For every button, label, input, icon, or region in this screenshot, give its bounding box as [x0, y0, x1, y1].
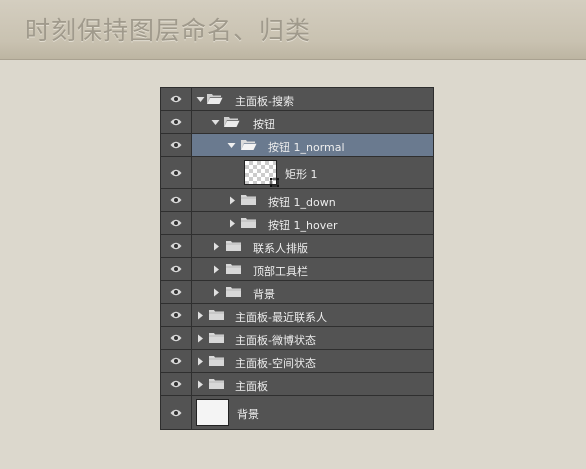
- caret-down-icon[interactable]: [227, 141, 236, 150]
- caret-right-icon[interactable]: [196, 311, 205, 320]
- banner-title: 时刻保持图层命名、归类: [25, 16, 312, 45]
- caret-down-icon[interactable]: [211, 118, 220, 127]
- layer-row-group-top-toolbar[interactable]: 顶部工具栏: [161, 258, 433, 281]
- eye-icon: [170, 196, 182, 204]
- caret-right-icon[interactable]: [196, 334, 205, 343]
- caret-right-icon[interactable]: [228, 219, 237, 228]
- folder-icon: [209, 356, 224, 366]
- layer-name: 矩形 1: [285, 168, 318, 181]
- eye-icon: [170, 169, 182, 176]
- visibility-toggle[interactable]: [161, 111, 192, 133]
- layer-name: 按钮 1_normal: [268, 141, 345, 154]
- visibility-toggle[interactable]: [161, 373, 192, 395]
- eye-icon: [170, 380, 182, 388]
- layer-name: 按钮 1_down: [268, 196, 336, 209]
- layer-row-group-main-weibo-status[interactable]: 主面板-微博状态: [161, 327, 433, 350]
- eye-icon: [170, 141, 182, 149]
- layer-row-background[interactable]: 背景: [161, 396, 433, 429]
- layer-thumbnail[interactable]: [196, 399, 229, 426]
- layer-row-group-main-qzone-status[interactable]: 主面板-空间状态: [161, 350, 433, 373]
- layer-name: 主面板: [235, 380, 268, 393]
- caret-right-icon[interactable]: [196, 380, 205, 389]
- layers-panel: 主面板-搜索 按钮 按钮 1_normal 矩形 1 按钮 1_down 按钮 …: [160, 87, 434, 430]
- layer-name: 顶部工具栏: [253, 265, 308, 278]
- eye-icon: [170, 242, 182, 250]
- eye-icon: [170, 311, 182, 319]
- header-banner: 时刻保持图层命名、归类: [0, 0, 586, 60]
- visibility-toggle[interactable]: [161, 134, 192, 156]
- visibility-toggle[interactable]: [161, 350, 192, 372]
- layer-row-group-main-panel[interactable]: 主面板: [161, 373, 433, 396]
- folder-icon: [226, 241, 241, 251]
- layer-name: 联系人排版: [253, 242, 308, 255]
- folder-icon: [241, 195, 256, 205]
- visibility-toggle[interactable]: [161, 258, 192, 280]
- visibility-toggle[interactable]: [161, 189, 192, 211]
- layer-name: 按钮: [253, 118, 275, 131]
- vector-shape-icon: [270, 178, 279, 187]
- layer-name: 背景: [237, 408, 259, 421]
- folder-open-icon: [207, 94, 223, 104]
- eye-icon: [170, 409, 182, 416]
- visibility-toggle[interactable]: [161, 281, 192, 303]
- layer-row-group-button-normal[interactable]: 按钮 1_normal: [161, 134, 433, 157]
- caret-right-icon[interactable]: [212, 242, 221, 251]
- layer-name: 主面板-搜索: [235, 95, 294, 108]
- visibility-toggle[interactable]: [161, 396, 192, 429]
- folder-icon: [209, 379, 224, 389]
- layer-row-group-contacts-layout[interactable]: 联系人排版: [161, 235, 433, 258]
- layer-row-group-button-down[interactable]: 按钮 1_down: [161, 189, 433, 212]
- layer-row-group-main-recent-contacts[interactable]: 主面板-最近联系人: [161, 304, 433, 327]
- layer-row-group-button[interactable]: 按钮: [161, 111, 433, 134]
- eye-icon: [170, 95, 182, 103]
- layer-name: 主面板-空间状态: [235, 357, 316, 370]
- layer-row-group-main-search[interactable]: 主面板-搜索: [161, 88, 433, 111]
- layer-name: 背景: [253, 288, 275, 301]
- visibility-toggle[interactable]: [161, 235, 192, 257]
- folder-open-icon: [241, 140, 257, 150]
- visibility-toggle[interactable]: [161, 327, 192, 349]
- folder-icon: [209, 310, 224, 320]
- layer-thumbnail[interactable]: [244, 160, 279, 187]
- eye-icon: [170, 357, 182, 365]
- folder-icon: [209, 333, 224, 343]
- caret-right-icon[interactable]: [212, 288, 221, 297]
- folder-icon: [226, 264, 241, 274]
- caret-right-icon[interactable]: [228, 196, 237, 205]
- caret-down-icon[interactable]: [196, 95, 205, 104]
- layer-row-group-button-hover[interactable]: 按钮 1_hover: [161, 212, 433, 235]
- folder-open-icon: [224, 117, 240, 127]
- visibility-toggle[interactable]: [161, 212, 192, 234]
- layer-row-group-background[interactable]: 背景: [161, 281, 433, 304]
- eye-icon: [170, 265, 182, 273]
- visibility-toggle[interactable]: [161, 304, 192, 326]
- eye-icon: [170, 288, 182, 296]
- layer-name: 按钮 1_hover: [268, 219, 338, 232]
- visibility-toggle[interactable]: [161, 157, 192, 188]
- layer-name: 主面板-微博状态: [235, 334, 316, 347]
- folder-icon: [241, 218, 256, 228]
- layer-name: 主面板-最近联系人: [235, 311, 327, 324]
- eye-icon: [170, 118, 182, 126]
- eye-icon: [170, 334, 182, 342]
- eye-icon: [170, 219, 182, 227]
- caret-right-icon[interactable]: [212, 265, 221, 274]
- caret-right-icon[interactable]: [196, 357, 205, 366]
- folder-icon: [226, 287, 241, 297]
- layer-row-shape-rectangle[interactable]: 矩形 1: [161, 157, 433, 189]
- visibility-toggle[interactable]: [161, 88, 192, 110]
